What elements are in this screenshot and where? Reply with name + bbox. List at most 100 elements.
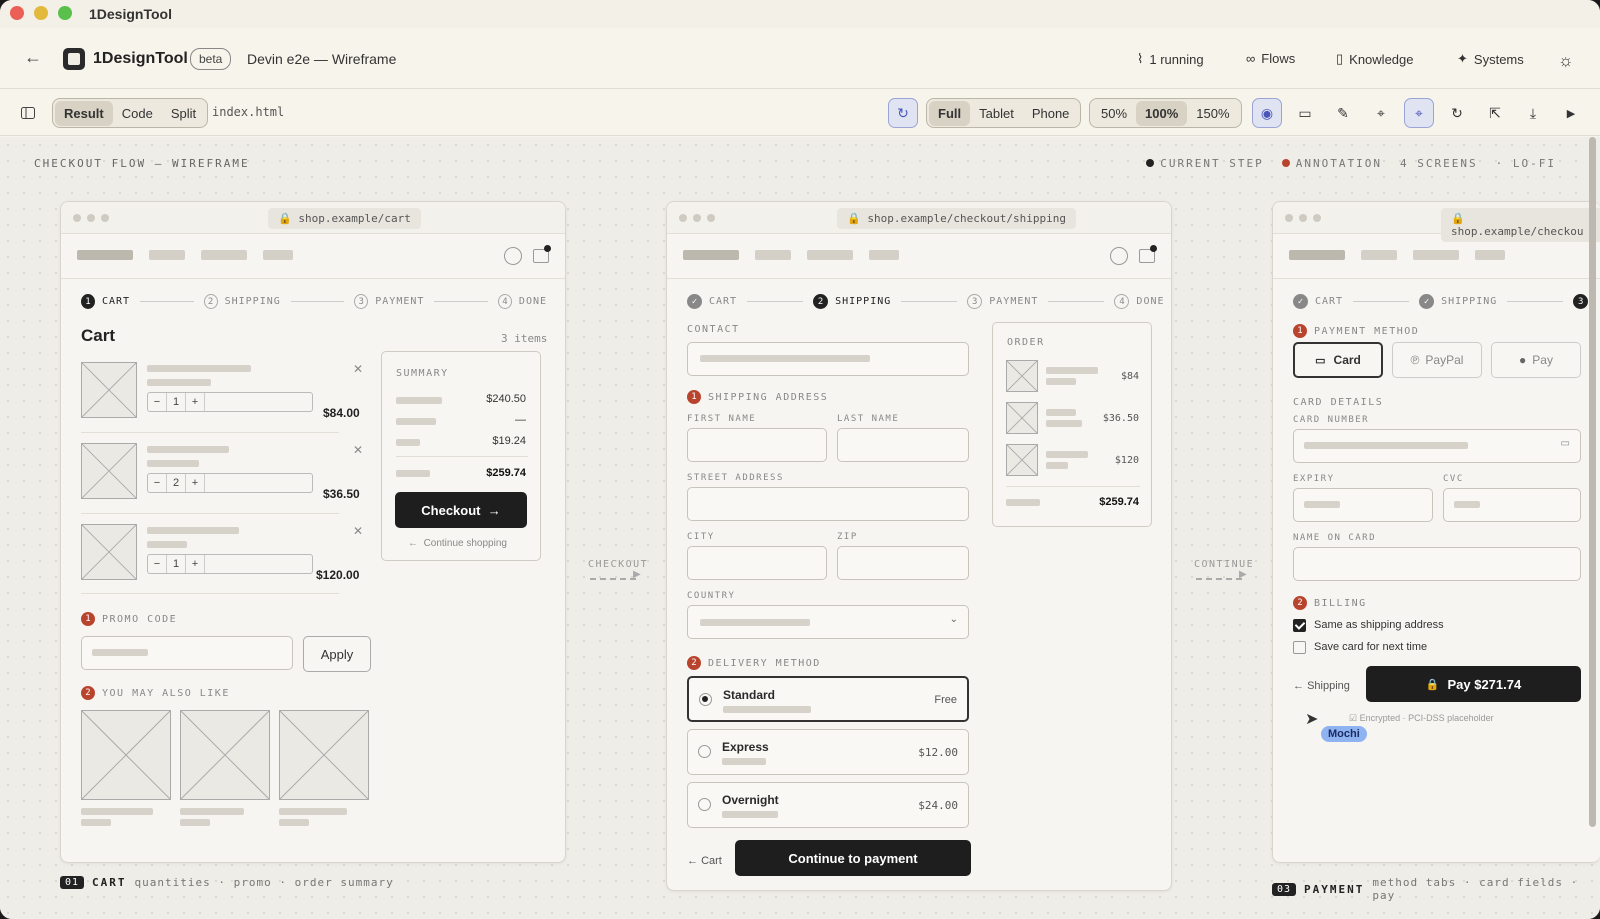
open-external-icon[interactable]: ⇱: [1480, 98, 1510, 128]
quantity-stepper[interactable]: −1 +: [147, 392, 313, 412]
paypal-tab[interactable]: ℗ PayPal: [1392, 342, 1482, 378]
play-icon[interactable]: ▶: [1556, 98, 1586, 128]
legend-fidelity: · LO-FI: [1495, 157, 1556, 170]
lock-icon: 🔒: [1425, 678, 1440, 691]
maximize-window-button[interactable]: [58, 6, 72, 20]
toolbar: Result Code Split index.html ↻ Full Tabl…: [0, 90, 1600, 136]
account-icon[interactable]: [504, 247, 522, 265]
sidebar-toggle-icon[interactable]: [13, 98, 43, 128]
cursor-pointer-icon: ➤: [1305, 711, 1319, 728]
paypal-icon: ℗: [1410, 353, 1420, 367]
legend-screen-count: 4 SCREENS: [1400, 157, 1478, 170]
zoom-50-tab[interactable]: 50%: [1092, 101, 1136, 126]
connector-arrow: [590, 578, 636, 580]
quantity-stepper[interactable]: −1 +: [147, 554, 313, 574]
zoom-100-tab[interactable]: 100%: [1136, 100, 1188, 126]
remove-item-icon[interactable]: ✕: [353, 443, 363, 457]
save-card-checkbox[interactable]: [1293, 641, 1306, 654]
canvas-scrollbar[interactable]: [1589, 137, 1596, 827]
card-icon: ▭: [1560, 438, 1570, 449]
checkout-stepper: ✓ CART ✓ SHIPPING 3: [1293, 294, 1595, 309]
checkout-button[interactable]: Checkout →: [395, 492, 527, 528]
project-name: Devin e2e — Wireframe: [247, 51, 397, 67]
select-target-icon[interactable]: ⌖: [1366, 98, 1396, 128]
back-to-shipping-link[interactable]: ← Shipping: [1293, 680, 1350, 692]
zoom-150-tab[interactable]: 150%: [1187, 101, 1238, 126]
reload-icon[interactable]: ↻: [1442, 98, 1472, 128]
recommendation-image[interactable]: [180, 710, 270, 800]
eye-icon[interactable]: ◉: [1252, 98, 1282, 128]
cvc-field[interactable]: [1443, 488, 1581, 522]
delivery-option-express[interactable]: Express $12.00: [687, 729, 969, 775]
recommendation-image[interactable]: [279, 710, 369, 800]
product-image: [81, 443, 137, 499]
last-name-field[interactable]: [837, 428, 969, 462]
payment-method-label: 1 PAYMENT METHOD: [1293, 324, 1419, 338]
continue-to-payment-button[interactable]: Continue to payment: [735, 840, 971, 876]
shipping-screen: 🔒 shop.example/checkout/shipping ✓ CART 2…: [666, 201, 1172, 891]
brand-name: 1DesignTool: [93, 50, 188, 67]
systems-button[interactable]: ✦ Systems: [1457, 51, 1524, 67]
theme-toggle-sun-icon[interactable]: ☼: [1558, 51, 1574, 71]
city-field[interactable]: [687, 546, 827, 580]
account-icon[interactable]: [1110, 247, 1128, 265]
remove-item-icon[interactable]: ✕: [353, 362, 363, 376]
pencil-icon[interactable]: ✎: [1328, 98, 1358, 128]
apply-button[interactable]: Apply: [303, 636, 371, 672]
apple-pay-tab[interactable]: ● Pay: [1491, 342, 1581, 378]
order-total: $259.74: [1099, 496, 1139, 508]
promo-input[interactable]: [81, 636, 293, 670]
url-bar: 🔒 shop.example/cart: [268, 208, 421, 229]
beta-badge: beta: [190, 48, 232, 70]
same-as-shipping-checkbox[interactable]: [1293, 619, 1306, 632]
design-canvas[interactable]: CHECKOUT FLOW — WIREFRAME CURRENT STEP A…: [0, 137, 1600, 919]
recommendation-image[interactable]: [81, 710, 171, 800]
quantity-stepper[interactable]: −2 +: [147, 473, 313, 493]
pay-button[interactable]: 🔒 Pay $271.74: [1366, 666, 1581, 702]
cart-screen-footer: 01 CART quantities · promo · order summary: [60, 876, 394, 889]
first-name-field[interactable]: [687, 428, 827, 462]
activity-icon: ⌇: [1137, 51, 1144, 66]
inspect-crosshair-icon[interactable]: ⌖: [1404, 98, 1434, 128]
view-code-tab[interactable]: Code: [113, 101, 162, 126]
checkout-stepper: ✓ CART 2 SHIPPING 3 PAYMENT 4 DONE: [687, 294, 1165, 309]
view-split-tab[interactable]: Split: [162, 101, 205, 126]
delivery-option-overnight[interactable]: Overnight $24.00: [687, 782, 969, 828]
item-price: $36.50: [323, 487, 360, 501]
name-on-card-field[interactable]: [1293, 547, 1581, 581]
flows-button[interactable]: ∞ Flows: [1246, 51, 1295, 66]
expiry-field[interactable]: [1293, 488, 1433, 522]
app-window: 1DesignTool ← 1DesignTool beta Devin e2e…: [0, 0, 1600, 919]
device-full-tab[interactable]: Full: [929, 100, 971, 126]
title-bar: 1DesignTool: [0, 0, 1600, 28]
device-segment: Full Tablet Phone: [926, 98, 1082, 128]
continue-shopping-link[interactable]: ← Continue shopping: [408, 538, 507, 549]
apple-icon: ●: [1519, 353, 1527, 367]
delivery-option-standard[interactable]: Standard Free: [687, 676, 969, 722]
email-field[interactable]: [687, 342, 969, 376]
country-select[interactable]: ⌄: [687, 605, 969, 639]
zip-field[interactable]: [837, 546, 969, 580]
remove-item-icon[interactable]: ✕: [353, 524, 363, 538]
device-phone-tab[interactable]: Phone: [1023, 101, 1079, 126]
comment-icon[interactable]: ▭: [1290, 98, 1320, 128]
back-to-cart-link[interactable]: ← Cart: [687, 855, 722, 867]
download-icon[interactable]: ⤓: [1518, 98, 1548, 128]
running-button[interactable]: ⌇ 1 running: [1137, 51, 1204, 67]
summary-total: $259.74: [486, 467, 526, 479]
legend-current-step: CURRENT STEP: [1146, 157, 1263, 170]
card-tab[interactable]: ▭ Card: [1293, 342, 1383, 378]
back-arrow-icon[interactable]: ←: [24, 47, 42, 68]
card-number-field[interactable]: ▭: [1293, 429, 1581, 463]
view-result-tab[interactable]: Result: [55, 100, 113, 126]
street-address-field[interactable]: [687, 487, 969, 521]
refresh-preview-icon[interactable]: ↻: [888, 98, 918, 128]
minimize-window-button[interactable]: [34, 6, 48, 20]
product-image: [81, 362, 137, 418]
close-window-button[interactable]: [10, 6, 24, 20]
chevron-down-icon: ⌄: [949, 614, 958, 625]
window-title: 1DesignTool: [89, 6, 172, 22]
device-tablet-tab[interactable]: Tablet: [970, 101, 1023, 126]
knowledge-button[interactable]: ▯ Knowledge: [1336, 51, 1413, 67]
sparkle-icon: ✦: [1457, 51, 1468, 66]
